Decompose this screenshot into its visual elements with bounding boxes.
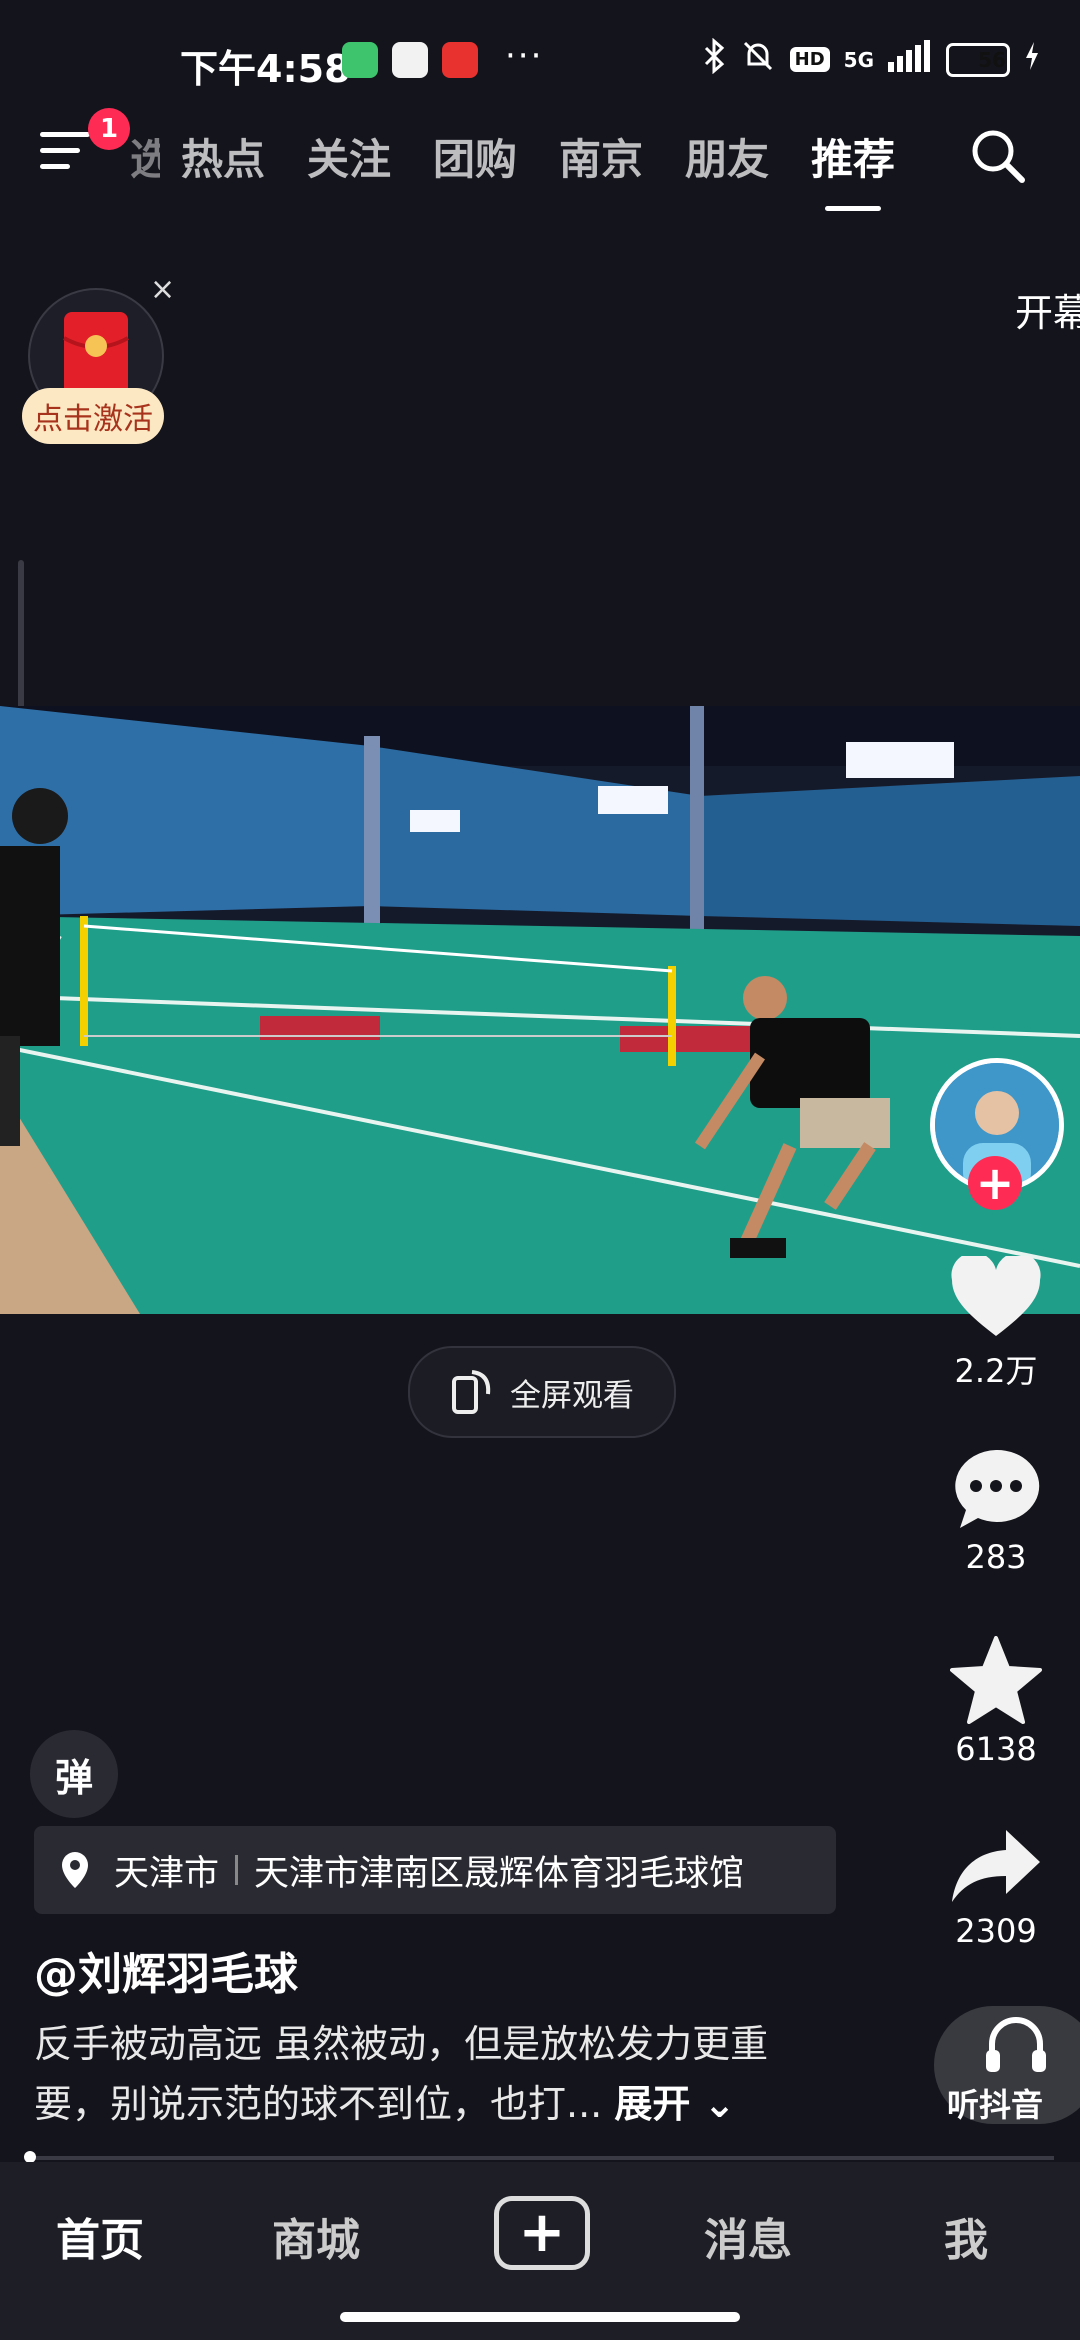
scroll-indicator xyxy=(18,560,24,720)
red-packet-close-icon[interactable]: × xyxy=(150,272,175,307)
tab-following[interactable]: 关注 xyxy=(286,126,412,187)
58-app-icon xyxy=(442,42,478,78)
comment-action[interactable]: 283 xyxy=(936,1446,1056,1576)
tab-group-buy[interactable]: 团购 xyxy=(412,126,538,187)
video-player[interactable] xyxy=(0,706,1080,1314)
star-icon xyxy=(950,1636,1042,1724)
signal-icon xyxy=(888,40,932,79)
location-place: 天津市津南区晟辉体育羽毛球馆 xyxy=(254,1853,745,1894)
listen-label: 听抖音 xyxy=(946,2086,1043,2124)
bluetooth-icon xyxy=(702,37,726,81)
search-icon[interactable] xyxy=(968,126,1028,186)
tab-hot[interactable]: 热点 xyxy=(160,126,286,187)
fullscreen-button[interactable]: 全屏观看 xyxy=(408,1346,676,1438)
top-tabs: 选 热点 关注 团购 南京 朋友 推荐 xyxy=(130,126,916,211)
nav-messages[interactable]: 消息 xyxy=(704,2204,792,2268)
cloud-app-icon xyxy=(392,42,428,78)
status-more-icon: ··· xyxy=(505,36,544,76)
nav-me[interactable]: 我 xyxy=(944,2204,988,2268)
location-city: 天津市 xyxy=(114,1853,220,1894)
tab-recommended[interactable]: 推荐 xyxy=(790,126,916,211)
mute-bell-icon xyxy=(740,38,776,81)
tab-nanjing[interactable]: 南京 xyxy=(538,126,664,187)
add-post-button[interactable]: + xyxy=(494,2196,590,2270)
hd-icon: HD xyxy=(789,47,830,72)
status-time: 下午4:58 xyxy=(180,47,351,91)
comment-count: 283 xyxy=(965,1538,1027,1576)
description-line-2: 要，别说示范的球不到位，也打... 展开 ⌄ xyxy=(34,2074,864,2134)
nav-home[interactable]: 首页 xyxy=(56,2204,144,2268)
author-name[interactable]: @刘辉羽毛球 xyxy=(34,1938,298,2002)
nav-mall[interactable]: 商城 xyxy=(272,2204,360,2268)
video-progress-bar[interactable] xyxy=(26,2156,1054,2160)
fullscreen-label: 全屏观看 xyxy=(510,1377,634,1414)
wechat-app-icon xyxy=(342,42,378,78)
location-pin-icon xyxy=(62,1852,88,1888)
headphones-icon xyxy=(986,2017,1046,2072)
like-count: 2.2万 xyxy=(954,1352,1038,1390)
status-indicators: HD 5G 56 xyxy=(702,37,1040,81)
charging-icon xyxy=(1024,42,1040,77)
network-label: 5G xyxy=(843,47,874,72)
location-separator xyxy=(235,1855,239,1885)
share-action[interactable]: 2309 xyxy=(936,1826,1056,1950)
danmu-text: 开幕 xyxy=(1015,291,1080,335)
comment-icon xyxy=(955,1449,1040,1528)
activate-button[interactable]: 点击激活 xyxy=(22,388,164,444)
share-count: 2309 xyxy=(955,1912,1037,1950)
favorite-action[interactable]: 6138 xyxy=(936,1636,1056,1768)
post-description[interactable]: 反手被动高远 虽然被动，但是放松发力更重 要，别说示范的球不到位，也打... 展… xyxy=(34,2014,864,2134)
heart-icon xyxy=(951,1256,1041,1336)
rotate-screen-icon xyxy=(452,1370,491,1414)
follow-plus-button[interactable]: + xyxy=(968,1156,1022,1210)
tab-partial[interactable]: 选 xyxy=(130,126,160,187)
menu-icon[interactable] xyxy=(40,128,96,172)
notification-badge: 1 xyxy=(88,108,130,150)
expand-label: 展开 xyxy=(614,2082,691,2126)
battery-level: 56 xyxy=(978,47,1006,72)
expand-link[interactable]: 展开 ⌄ xyxy=(614,2082,735,2126)
favorite-count: 6138 xyxy=(955,1730,1037,1768)
like-action[interactable]: 2.2万 xyxy=(936,1256,1056,1392)
description-text: 要，别说示范的球不到位，也打... xyxy=(34,2082,603,2126)
chevron-down-icon: ⌄ xyxy=(690,2082,736,2126)
danmaku-button[interactable]: 弹 xyxy=(30,1730,118,1818)
description-line-1: 反手被动高远 虽然被动，但是放松发力更重 xyxy=(34,2022,769,2066)
home-indicator xyxy=(340,2312,740,2322)
battery-icon: 56 xyxy=(946,42,1010,77)
share-arrow-icon xyxy=(952,1830,1040,1902)
tab-friends[interactable]: 朋友 xyxy=(664,126,790,187)
location-tag[interactable]: 天津市 天津市津南区晟辉体育羽毛球馆 xyxy=(34,1826,836,1914)
